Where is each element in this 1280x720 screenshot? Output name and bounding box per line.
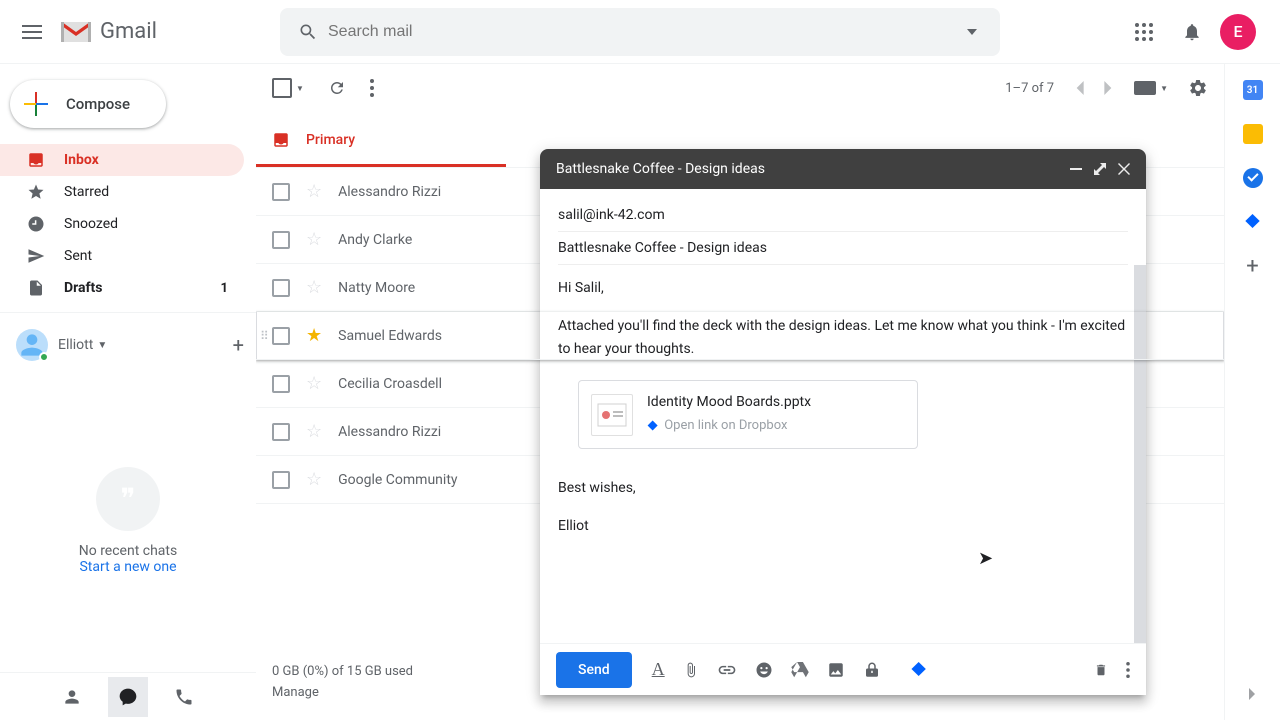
tasks-addon-icon[interactable]	[1243, 168, 1263, 188]
file-icon	[26, 278, 46, 298]
app-header: Gmail E	[0, 0, 1280, 64]
chat-bubble-icon: ❞	[96, 467, 160, 531]
contacts-tab-icon[interactable]	[52, 677, 92, 717]
sidebar-item-snoozed[interactable]: Snoozed	[0, 208, 244, 240]
hangouts-user[interactable]: Elliott ▼ +	[0, 321, 256, 369]
pptx-file-icon	[591, 394, 633, 436]
start-chat-link[interactable]: Start a new one	[79, 559, 176, 575]
gmail-icon	[60, 20, 92, 44]
inbox-icon	[26, 150, 46, 170]
keep-addon-icon[interactable]	[1243, 124, 1263, 144]
star-icon[interactable]: ★	[306, 325, 322, 346]
star-icon[interactable]: ☆	[306, 181, 322, 202]
refresh-button[interactable]	[328, 79, 346, 97]
close-icon[interactable]	[1118, 163, 1130, 175]
next-page-button[interactable]	[1104, 81, 1114, 95]
attachment-chip[interactable]: Identity Mood Boards.pptx ⯁Open link on …	[578, 380, 918, 449]
more-button[interactable]	[370, 79, 374, 97]
expand-panel-button[interactable]	[1243, 684, 1263, 704]
settings-button[interactable]	[1188, 78, 1208, 98]
row-checkbox[interactable]	[272, 183, 290, 201]
primary-tab-icon	[272, 131, 290, 149]
compose-subject-field[interactable]: Battlesnake Coffee - Design ideas	[558, 232, 1128, 265]
row-checkbox[interactable]	[272, 327, 290, 345]
hangouts-tab-icon[interactable]	[108, 677, 148, 717]
chevron-down-icon: ▼	[97, 340, 107, 351]
star-icon[interactable]: ☆	[306, 229, 322, 250]
prev-page-button[interactable]	[1074, 81, 1084, 95]
row-checkbox[interactable]	[272, 279, 290, 297]
sidebar-footer	[0, 672, 256, 720]
compose-title: Battlesnake Coffee - Design ideas	[556, 161, 1058, 177]
select-all-checkbox[interactable]	[272, 78, 292, 98]
sidebar-item-drafts[interactable]: Drafts 1	[0, 272, 244, 304]
clock-icon	[26, 214, 46, 234]
formatting-icon[interactable]: A	[652, 659, 665, 680]
search-box[interactable]	[280, 8, 1000, 56]
row-checkbox[interactable]	[272, 423, 290, 441]
fullscreen-icon[interactable]	[1094, 163, 1106, 175]
compose-button[interactable]: Compose	[10, 80, 166, 128]
add-contact-button[interactable]: +	[233, 333, 244, 357]
side-panel: 31 ⯁ +	[1224, 64, 1280, 720]
link-icon[interactable]	[717, 665, 737, 675]
mail-row[interactable]: ⠿★Samuel Edwards	[256, 312, 1224, 360]
select-dropdown[interactable]: ▼	[296, 84, 304, 93]
sidebar-item-inbox[interactable]: Inbox	[0, 144, 244, 176]
compose-to-field[interactable]: salil@ink-42.com	[558, 199, 1128, 232]
user-avatar-icon	[16, 329, 48, 361]
compose-footer: Send A ⯁	[540, 643, 1146, 695]
compose-titlebar[interactable]: Battlesnake Coffee - Design ideas	[540, 149, 1146, 189]
dropbox-icon[interactable]: ⯁	[911, 658, 927, 682]
search-options-dropdown[interactable]	[952, 29, 992, 35]
account-avatar[interactable]: E	[1220, 14, 1256, 50]
search-icon[interactable]	[288, 22, 328, 42]
sidebar-item-sent[interactable]: Sent	[0, 240, 244, 272]
presence-indicator	[39, 352, 49, 362]
row-checkbox[interactable]	[272, 471, 290, 489]
minimize-icon[interactable]	[1070, 168, 1082, 170]
gmail-logo[interactable]: Gmail	[60, 19, 240, 44]
compose-plus-icon	[24, 92, 48, 116]
star-icon[interactable]: ☆	[306, 469, 322, 490]
notifications-icon[interactable]	[1172, 12, 1212, 52]
sidebar-item-starred[interactable]: Starred	[0, 176, 244, 208]
emoji-icon[interactable]	[755, 661, 773, 679]
tab-primary[interactable]: Primary	[256, 112, 506, 167]
apps-grid-icon[interactable]	[1124, 12, 1164, 52]
main-menu-button[interactable]	[8, 8, 56, 56]
send-icon	[26, 246, 46, 266]
row-checkbox[interactable]	[272, 231, 290, 249]
dropbox-small-icon: ⯁	[647, 416, 658, 438]
star-icon[interactable]: ☆	[306, 373, 322, 394]
mail-toolbar: ▼ 1–7 of 7 ▼	[256, 64, 1224, 112]
star-icon[interactable]: ☆	[306, 421, 322, 442]
image-icon[interactable]	[827, 661, 845, 679]
phone-tab-icon[interactable]	[164, 677, 204, 717]
input-tools-button[interactable]: ▼	[1134, 81, 1168, 95]
dropbox-addon-icon[interactable]: ⯁	[1243, 212, 1263, 232]
row-checkbox[interactable]	[272, 375, 290, 393]
drag-handle-icon[interactable]: ⠿	[260, 329, 272, 343]
sidebar: Compose Inbox Starred Snoozed Sent Draft…	[0, 64, 256, 720]
discard-icon[interactable]	[1094, 661, 1108, 679]
confidential-icon[interactable]	[863, 661, 881, 679]
more-options-icon[interactable]	[1126, 662, 1130, 678]
drive-icon[interactable]	[791, 662, 809, 678]
keyboard-icon	[1134, 81, 1156, 95]
star-icon[interactable]: ☆	[306, 277, 322, 298]
attach-icon[interactable]	[683, 660, 699, 680]
manage-storage-link[interactable]: Manage	[272, 685, 319, 700]
send-button[interactable]: Send	[556, 652, 632, 688]
chats-empty-state: ❞ No recent chats Start a new one	[0, 369, 256, 672]
pagination-info: 1–7 of 7	[1005, 81, 1054, 96]
compose-window: Battlesnake Coffee - Design ideas salil@…	[540, 149, 1146, 695]
calendar-addon-icon[interactable]: 31	[1243, 80, 1263, 100]
star-icon	[26, 182, 46, 202]
app-name: Gmail	[100, 19, 157, 44]
search-input[interactable]	[328, 23, 952, 41]
get-addons-button[interactable]: +	[1243, 256, 1263, 276]
